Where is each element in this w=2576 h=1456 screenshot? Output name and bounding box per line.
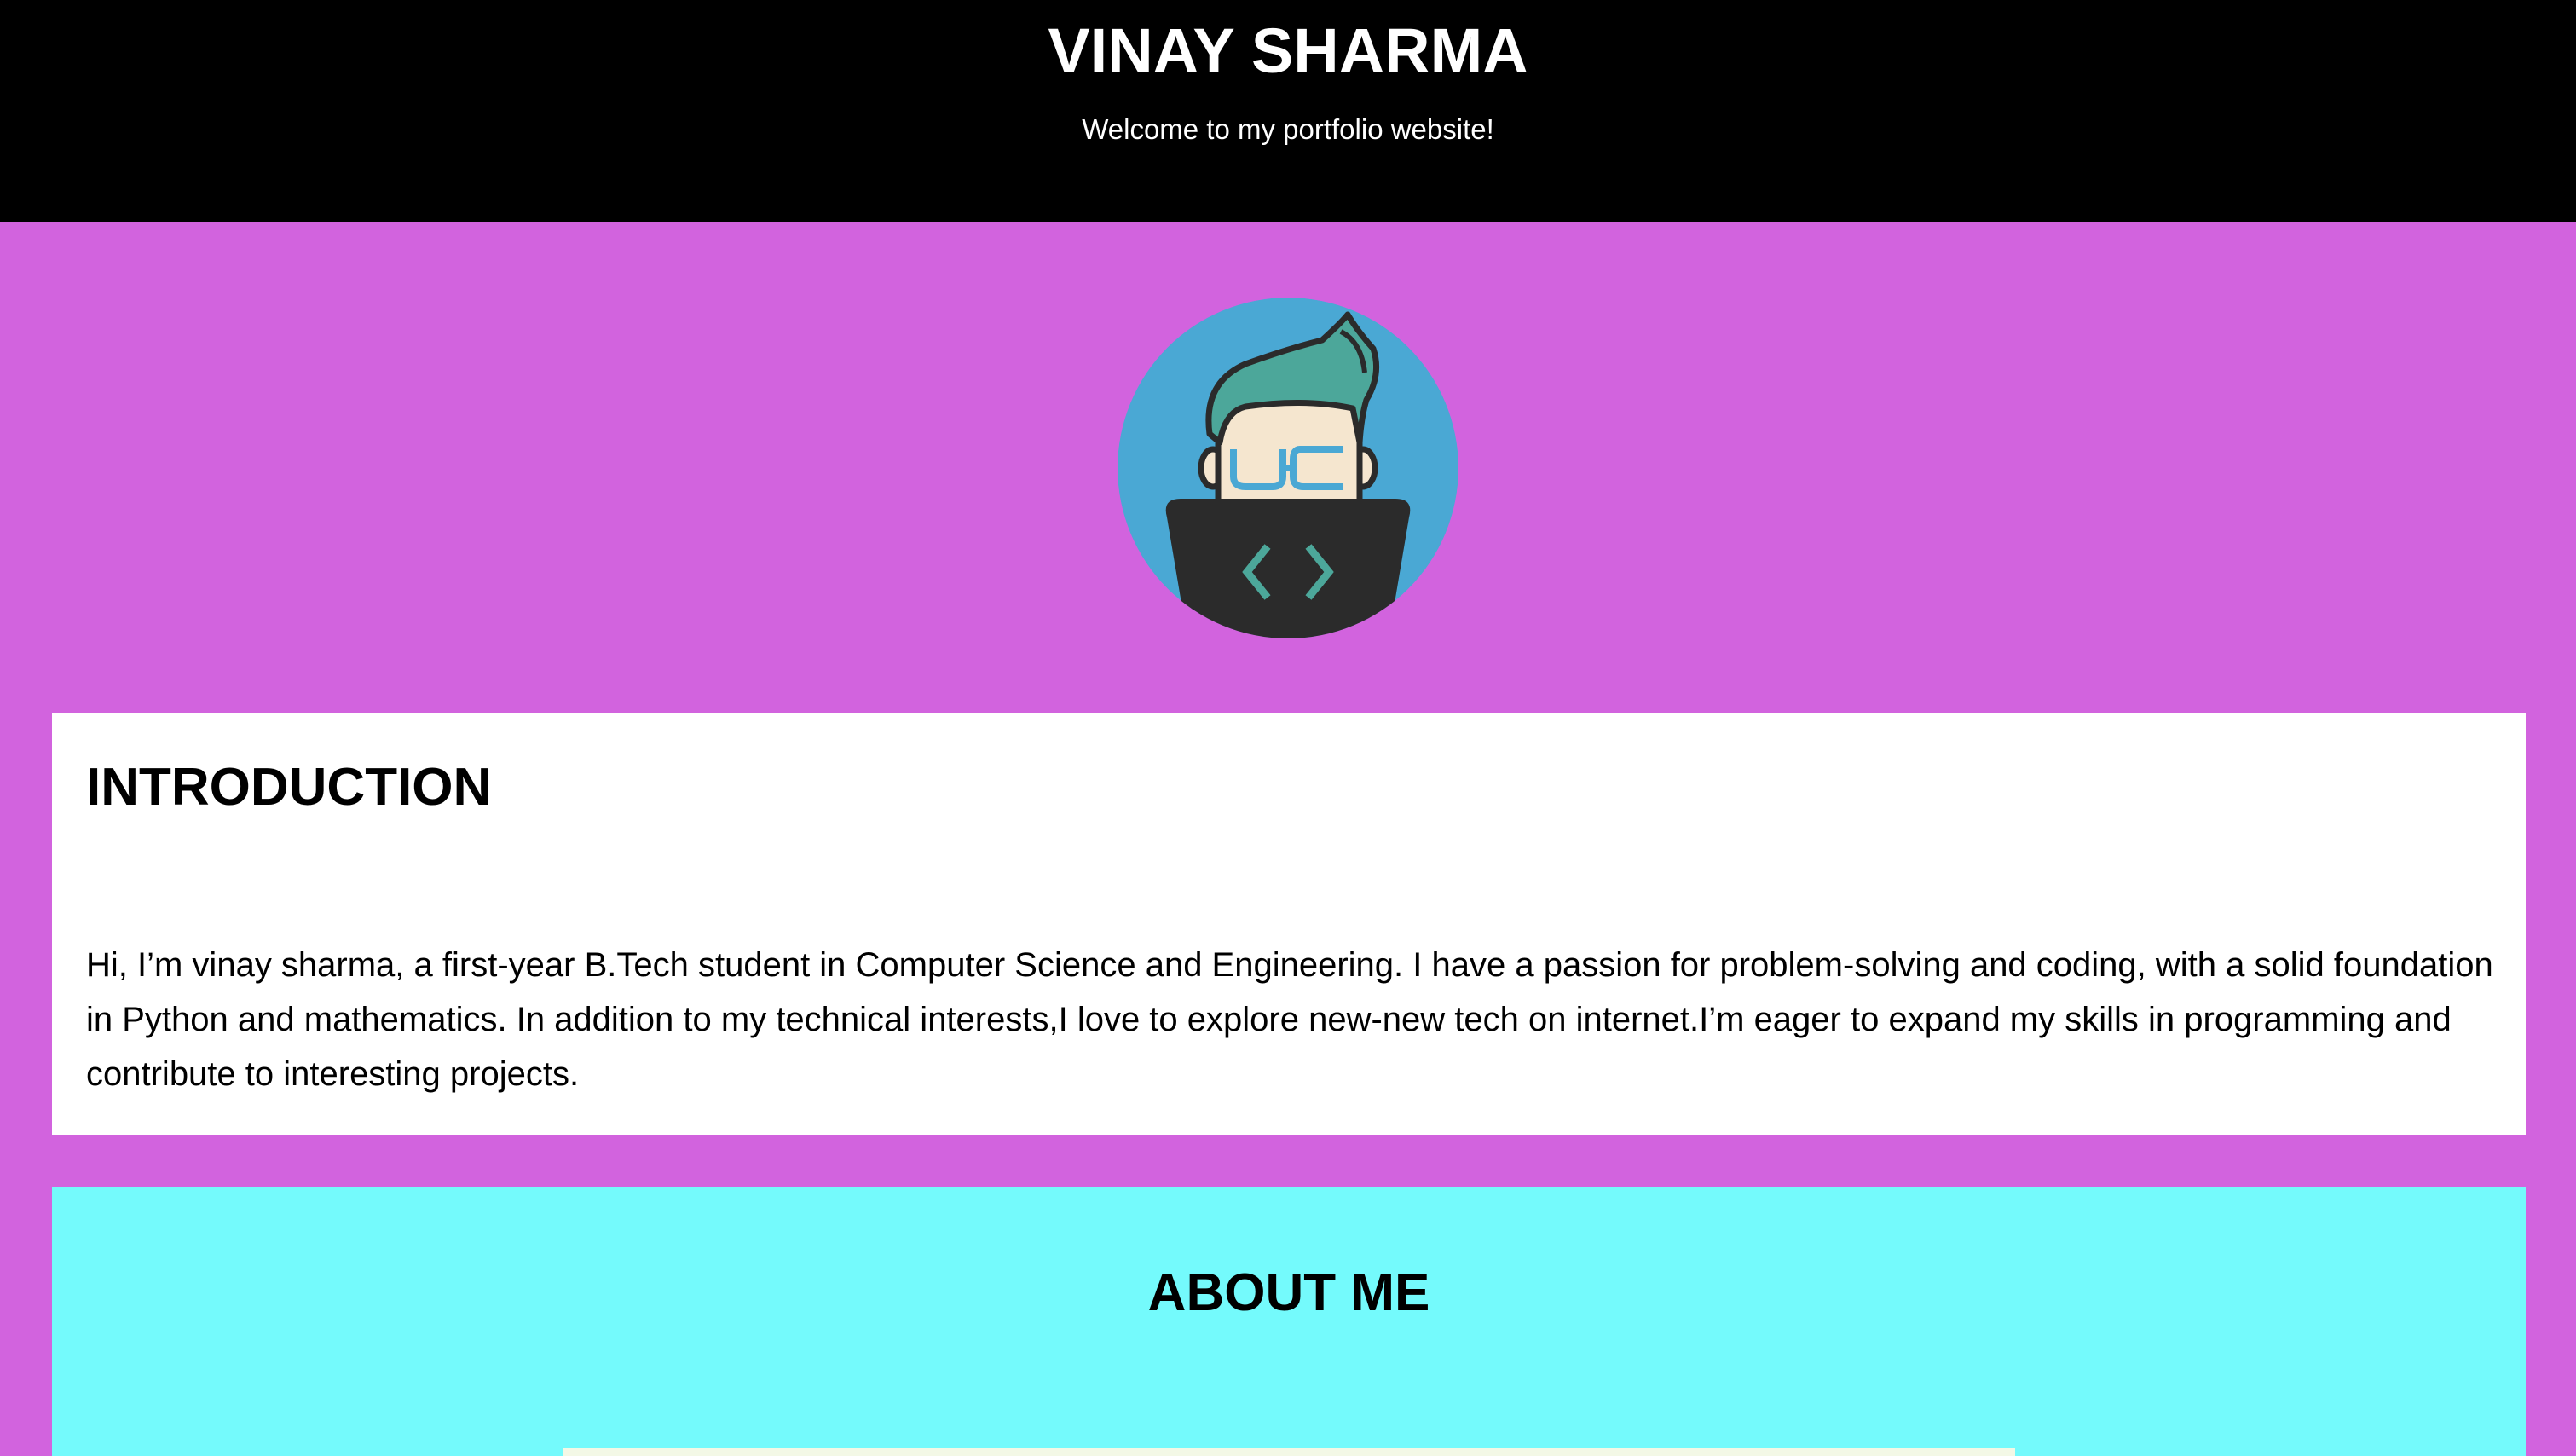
about-section: ABOUT ME: [52, 1187, 2526, 1456]
introduction-text: Hi, I’m vinay sharma, a first-year B.Tec…: [86, 946, 2493, 1093]
about-heading: ABOUT ME: [1147, 1263, 1430, 1322]
introduction-heading: INTRODUCTION: [86, 758, 492, 817]
site-title: VINAY SHARMA: [1048, 15, 1528, 86]
developer-avatar-icon: [1118, 298, 1458, 638]
site-tagline: Welcome to my portfolio website!: [1082, 113, 1494, 145]
about-card: [563, 1448, 2015, 1456]
site-header: VINAY SHARMA Welcome to my portfolio web…: [0, 0, 2576, 222]
introduction-section: INTRODUCTION Hi, I’m vinay sharma, a fir…: [52, 713, 2526, 1135]
